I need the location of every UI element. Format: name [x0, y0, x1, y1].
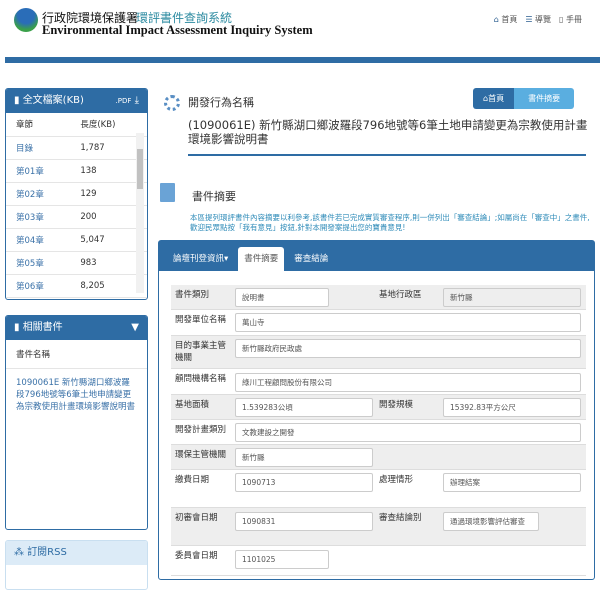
conclusion-field[interactable]: 通過環境影響評估審查 [443, 512, 539, 531]
fee-date-field[interactable]: 1090713 [235, 473, 373, 492]
summary-title: 書件摘要 [192, 190, 236, 203]
tab-forum-info[interactable]: 論壇刊登資訊▾ [167, 247, 234, 271]
table-row[interactable]: 目錄 1,787 [6, 136, 147, 160]
download-icon[interactable]: ⤓ [135, 95, 139, 106]
plan-type-field[interactable]: 文教建設之開發 [235, 423, 581, 442]
consultant-field[interactable]: 綠川工程顧問股份有限公司 [235, 373, 581, 392]
file-icon: ▮ [14, 322, 23, 333]
table-row[interactable]: 第05章 983 [6, 251, 147, 275]
status-field[interactable]: 辦理結案 [443, 473, 581, 492]
breadcrumb: ⌂首頁 書件摘要 [473, 88, 575, 109]
table-row[interactable]: 第01章 138 [6, 159, 147, 183]
related-col-header: 書件名稱 [6, 340, 147, 369]
scale-field[interactable]: 15392.83平方公尺 [443, 398, 581, 417]
epa-logo [14, 8, 38, 32]
form-row: 目的事業主管機關 新竹縣政府民政處 [171, 336, 586, 369]
pdf-label: .PDF [115, 97, 132, 105]
list-icon: ☰ [525, 15, 533, 24]
form-row: 書件類別 說明書 基地行政區 新竹縣 [171, 285, 586, 310]
doc-type-field[interactable]: 說明書 [235, 288, 329, 307]
globe-icon [164, 95, 180, 111]
table-row[interactable]: 第06章 8,205 [6, 274, 147, 298]
developer-field[interactable]: 萬山寺 [235, 313, 581, 332]
form-row: 開發計畫類別 文教建設之開發 [171, 420, 586, 445]
table-row[interactable]: 第02章 129 [6, 182, 147, 206]
form-row: 顧問機構名稱 綠川工程顧問股份有限公司 [171, 369, 586, 395]
form-row: 繳費日期 1090713 處理情形 辦理結案 [171, 470, 586, 508]
form-row: 開發單位名稱 萬山寺 [171, 310, 586, 336]
tab-summary[interactable]: 書件摘要 [238, 247, 285, 271]
table-row[interactable]: 第03章 200 [6, 205, 147, 229]
nav-guide[interactable]: ☰ 導覽 [525, 14, 551, 25]
rss-panel: ⁂ 訂閱RSS [5, 540, 148, 590]
english-title: Environmental Impact Assessment Inquiry … [42, 23, 313, 37]
document-icon [160, 183, 175, 202]
breadcrumb-home[interactable]: ⌂首頁 [473, 88, 515, 109]
rss-icon: ⁂ [14, 547, 28, 558]
section-title: 開發行為名稱 [188, 96, 254, 109]
epa-authority-field[interactable]: 新竹縣 [235, 448, 373, 467]
form-row: 初審會日期 1090831 審查結論別 通過環境影響評估審查 [171, 508, 586, 546]
header-bar [5, 57, 600, 63]
committee-date-field[interactable]: 1101025 [235, 550, 329, 569]
tab-panel: 論壇刊登資訊▾ 書件摘要 審查結論 書件類別 說明書 基地行政區 新竹縣 開發單… [158, 240, 595, 580]
authority-field[interactable]: 新竹縣政府民政處 [235, 339, 581, 358]
nav-manual[interactable]: ▯ 手冊 [559, 14, 582, 25]
form-row: 環保主管機關 新竹縣 [171, 445, 586, 470]
scrollbar-thumb[interactable] [137, 149, 143, 189]
filter-icon[interactable]: ▼ [131, 316, 139, 340]
home-icon: ⌂ [493, 15, 499, 24]
files-panel: ▮ 全文檔案(KB) .PDF ⤓ 章節 長度(KB) 目錄 1,787 第01章 13… [5, 88, 148, 300]
related-doc-link[interactable]: 1090061E 新竹縣湖口鄉波羅段796地號等6筆土地申請變更為宗教使用計畫環… [6, 369, 147, 421]
project-title: (1090061E) 新竹縣湖口鄉波羅段796地號等6筆土地申請變更為宗教使用計… [188, 118, 588, 146]
file-icon: ▮ [14, 95, 23, 106]
form-row: 基地面積 1.539283公頃 開發規模 15392.83平方公尺 [171, 395, 586, 420]
breadcrumb-current: 書件摘要 [514, 88, 575, 109]
nav-home[interactable]: ⌂ 首頁 [494, 14, 518, 25]
top-nav: ⌂ 首頁 ☰ 導覽 ▯ 手冊 [494, 14, 582, 25]
related-panel: ▮ 相關書件 ▼ 書件名稱 1090061E 新竹縣湖口鄉波羅段796地號等6筆土… [5, 315, 148, 530]
divider [188, 154, 586, 156]
table-header: 章節 長度(KB) [6, 113, 147, 137]
book-icon: ▯ [559, 15, 564, 24]
table-row[interactable]: 第04章 5,047 [6, 228, 147, 252]
district-field[interactable]: 新竹縣 [443, 288, 581, 307]
first-review-field[interactable]: 1090831 [235, 512, 373, 531]
tab-conclusion[interactable]: 審查結論 [288, 247, 334, 271]
form-row: 委員會日期 1101025 [171, 546, 586, 576]
area-field[interactable]: 1.539283公頃 [235, 398, 373, 417]
notice-text: 本區提列環評書件內容摘要以利參考,該書件若已完成實質審查程序,則一併列出「審查結… [190, 213, 590, 232]
